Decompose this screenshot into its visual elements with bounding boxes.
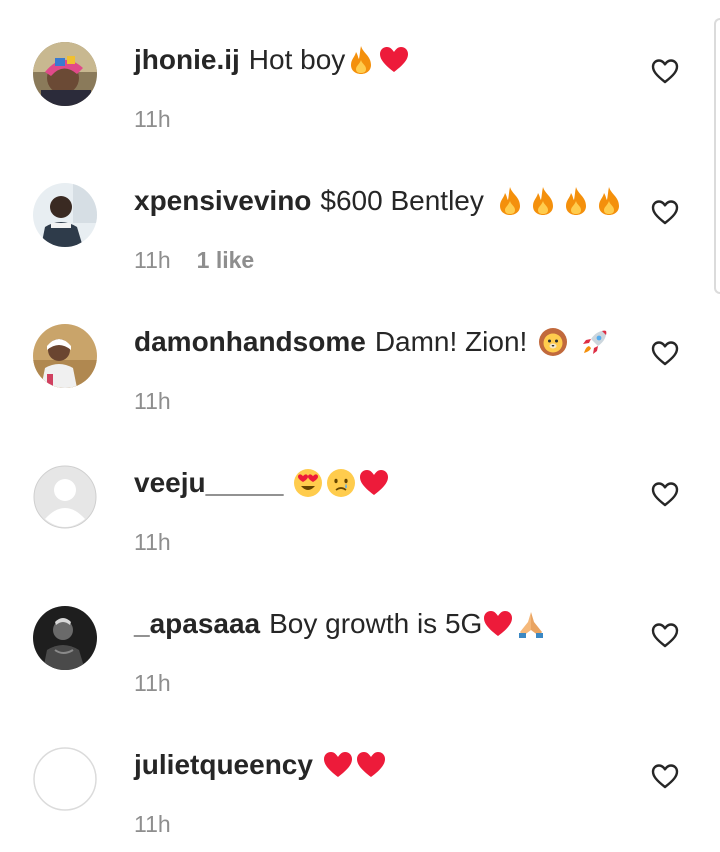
like-comment-button[interactable]	[651, 763, 679, 789]
heart-outline-icon	[651, 623, 679, 648]
heart-outline-icon	[651, 200, 679, 225]
comment-meta: 11h	[134, 811, 171, 838]
like-comment-button[interactable]	[651, 340, 679, 366]
comment-username[interactable]: veeju_____	[134, 467, 283, 499]
comment-line: jhonie.ij Hot boy	[134, 40, 411, 80]
fire-emoji	[527, 185, 559, 217]
like-comment-button[interactable]	[651, 199, 679, 225]
like-comment-button[interactable]	[651, 481, 679, 507]
comment-line: _apasaaa Boy growth is 5G	[134, 604, 548, 644]
comment-username[interactable]: julietqueency	[134, 749, 313, 781]
fire-emoji	[593, 185, 625, 217]
comment-username[interactable]: damonhandsome	[134, 326, 366, 358]
avatar[interactable]	[33, 465, 97, 529]
comment-emojis	[292, 467, 391, 499]
comments-list: jhonie.ij Hot boy 11h xpensivevino $600 …	[0, 0, 720, 852]
comment-meta: 11h 1 like	[134, 247, 254, 274]
comment-username[interactable]: jhonie.ij	[134, 44, 240, 76]
comment-item: damonhandsome Damn! Zion! 11h	[0, 282, 720, 423]
comment-text: $600 Bentley	[320, 185, 484, 216]
folded-hands-emoji	[515, 608, 547, 640]
avatar[interactable]	[33, 606, 97, 670]
fire-emoji	[345, 44, 377, 76]
heart-outline-icon	[651, 764, 679, 789]
comment-meta: 11h	[134, 670, 171, 697]
red-heart-emoji	[355, 749, 387, 781]
comment-text: Damn! Zion!	[374, 326, 528, 357]
rocket-emoji	[579, 326, 611, 358]
comment-item: veeju_____ 11h	[0, 423, 720, 564]
comment-item: xpensivevino $600 Bentley 11h 1 like	[0, 141, 720, 282]
comment-username[interactable]: xpensivevino	[134, 185, 311, 217]
comment-time: 11h	[134, 670, 171, 696]
comment-item: _apasaaa Boy growth is 5G 11h	[0, 564, 720, 705]
scrollbar[interactable]	[714, 18, 720, 294]
comment-time: 11h	[134, 529, 171, 555]
comment-time: 11h	[134, 811, 171, 837]
comment-username[interactable]: _apasaaa	[134, 608, 260, 640]
avatar[interactable]	[33, 183, 97, 247]
heart-outline-icon	[651, 59, 679, 84]
red-heart-emoji	[322, 749, 354, 781]
red-heart-emoji	[358, 467, 390, 499]
like-comment-button[interactable]	[651, 622, 679, 648]
comment-emojis	[482, 608, 548, 640]
fire-emoji	[494, 185, 526, 217]
comment-text: Hot boy	[248, 44, 346, 75]
comment-item: jhonie.ij Hot boy 11h	[0, 0, 720, 141]
comment-text: Boy growth is 5G	[269, 608, 483, 639]
fire-emoji	[560, 185, 592, 217]
avatar[interactable]	[33, 747, 97, 811]
comment-time: 11h	[134, 388, 171, 414]
red-heart-emoji	[378, 44, 410, 76]
comment-line: xpensivevino $600 Bentley	[134, 181, 626, 221]
comment-line: damonhandsome Damn! Zion!	[134, 322, 612, 362]
heart-eyes-emoji	[292, 467, 324, 499]
lion-emoji	[537, 326, 569, 358]
comment-time: 11h	[134, 106, 171, 132]
heart-outline-icon	[651, 341, 679, 366]
comment-emojis	[537, 326, 612, 358]
avatar[interactable]	[33, 324, 97, 388]
heart-outline-icon	[651, 482, 679, 507]
comment-time: 11h	[134, 247, 171, 273]
red-heart-emoji	[482, 608, 514, 640]
comment-likes-count[interactable]: 1 like	[197, 247, 255, 274]
comment-item: julietqueency 11h	[0, 705, 720, 846]
comment-emojis	[345, 44, 411, 76]
comment-line: veeju_____	[134, 463, 391, 503]
comment-emojis	[494, 185, 626, 217]
crying-face-emoji	[325, 467, 357, 499]
avatar[interactable]	[33, 42, 97, 106]
comment-meta: 11h	[134, 106, 171, 133]
comment-line: julietqueency	[134, 745, 388, 785]
comment-emojis	[322, 749, 388, 781]
comment-meta: 11h	[134, 529, 171, 556]
like-comment-button[interactable]	[651, 58, 679, 84]
comment-meta: 11h	[134, 388, 171, 415]
